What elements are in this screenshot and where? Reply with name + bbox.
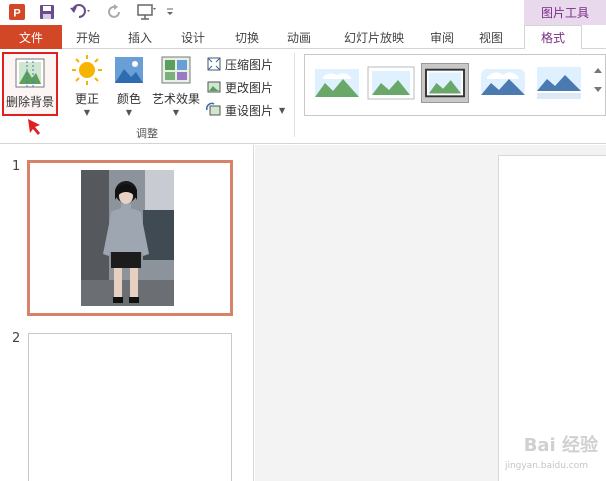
compress-pictures-button[interactable]: 压缩图片 <box>206 54 273 74</box>
artistic-effects-button[interactable]: 艺术效果 ▼ <box>150 53 202 117</box>
ribbon-tab-bar: 文件 开始 插入 设计 切换 动画 幻灯片放映 审阅 视图 格式 <box>0 25 606 50</box>
baidu-watermark: Bai 经验 <box>523 435 598 456</box>
slide-number: 2 <box>12 331 21 346</box>
undo-icon[interactable] <box>66 2 96 22</box>
corrections-button[interactable]: 更正 ▼ <box>66 53 108 117</box>
ribbon-panel: 删除背景 更正 ▼ 颜色 ▼ 艺术效果 ▼ 压缩图片 更改图片 重设图片 ▼ 调… <box>0 49 606 144</box>
corrections-label: 更正 <box>74 92 99 106</box>
color-label: 颜色 <box>116 92 141 106</box>
artistic-effects-label: 艺术效果 <box>151 92 200 106</box>
photo-woman-in-sweater[interactable] <box>81 170 174 306</box>
reset-picture-button[interactable]: 重设图片 ▼ <box>206 100 285 120</box>
sun-icon <box>72 55 102 85</box>
reset-picture-icon <box>206 102 221 116</box>
remove-background-label: 删除背景 <box>5 95 54 109</box>
quick-access-toolbar: P <box>0 0 606 25</box>
artistic-effects-icon <box>161 56 191 84</box>
tab-file[interactable]: 文件 <box>0 25 62 49</box>
compress-pictures-label: 压缩图片 <box>225 57 274 72</box>
adjust-group-label: 调整 <box>136 127 158 140</box>
slide-thumbnail-selected[interactable] <box>27 160 233 316</box>
chevron-down-icon: ▼ <box>172 108 180 117</box>
picture-style-thumb[interactable] <box>479 63 527 103</box>
color-picture-icon <box>115 57 143 83</box>
save-icon[interactable] <box>36 2 58 22</box>
remove-background-button[interactable]: 删除背景 <box>2 52 58 116</box>
tab-home[interactable]: 开始 <box>66 25 110 49</box>
chevron-down-icon: ▼ <box>83 108 91 117</box>
tab-format[interactable]: 格式 <box>524 25 582 50</box>
picture-style-thumb[interactable] <box>367 63 415 103</box>
tab-design[interactable]: 设计 <box>171 25 215 49</box>
picture-tools-contextual-tab: 图片工具 <box>524 0 606 25</box>
picture-style-thumb[interactable] <box>535 63 583 103</box>
color-button[interactable]: 颜色 ▼ <box>108 53 150 117</box>
redo-icon[interactable] <box>104 2 126 22</box>
start-slideshow-icon[interactable] <box>134 2 160 22</box>
remove-background-icon <box>15 58 45 88</box>
gallery-scroll-icon[interactable] <box>591 63 605 109</box>
compress-icon <box>207 57 221 71</box>
slide-number: 1 <box>12 159 21 174</box>
change-picture-icon <box>207 81 221 93</box>
change-picture-label: 更改图片 <box>225 80 274 95</box>
tab-slideshow[interactable]: 幻灯片放映 <box>332 25 416 49</box>
slide-thumbnails-pane: 1 2 <box>0 145 254 481</box>
tab-insert[interactable]: 插入 <box>118 25 162 49</box>
red-arrow-pointer-icon <box>28 119 40 135</box>
slide-thumbnail[interactable] <box>28 333 232 481</box>
picture-styles-gallery <box>304 54 606 116</box>
tab-transitions[interactable]: 切换 <box>225 25 269 49</box>
powerpoint-logo-icon: P <box>6 2 28 22</box>
customize-toolbar-icon[interactable] <box>162 2 178 22</box>
tab-view[interactable]: 视图 <box>469 25 513 49</box>
chevron-down-icon: ▼ <box>125 108 133 117</box>
change-picture-button[interactable]: 更改图片 <box>206 77 273 97</box>
tab-animations[interactable]: 动画 <box>277 25 321 49</box>
svg-text:P: P <box>13 8 20 20</box>
chevron-down-icon: ▼ <box>279 105 286 115</box>
tab-review[interactable]: 审阅 <box>420 25 464 49</box>
group-separator <box>294 53 295 137</box>
reset-picture-label: 重设图片 <box>225 103 274 118</box>
picture-style-thumb[interactable] <box>313 63 361 103</box>
picture-style-thumb-selected[interactable] <box>421 63 469 103</box>
baidu-watermark-url: jingyan.baidu.com <box>504 461 588 471</box>
